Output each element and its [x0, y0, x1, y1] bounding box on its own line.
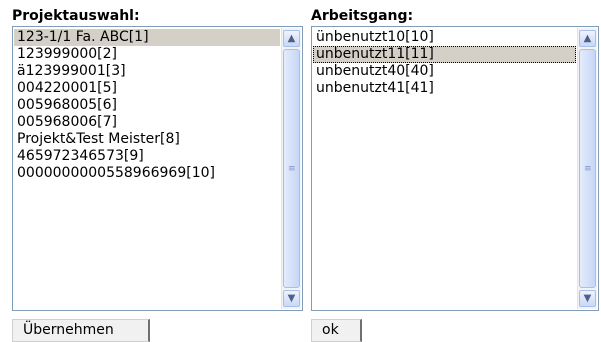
project-list: 123-1/1 Fa. ABC[1] 123999000[2] ä1239990… [14, 29, 280, 182]
scroll-grip-icon: ≡ [288, 163, 296, 174]
operation-list: ünbenutzt10[10] unbenutzt11[11] unbenutz… [313, 29, 576, 97]
list-item[interactable]: unbenutzt41[41] [313, 80, 576, 97]
project-title: Projektauswahl: [12, 8, 140, 24]
project-listbox[interactable]: 123-1/1 Fa. ABC[1] 123999000[2] ä1239990… [12, 26, 303, 311]
list-item[interactable]: 123-1/1 Fa. ABC[1] [14, 29, 280, 46]
operation-scroll-thumb[interactable]: ≡ [579, 49, 596, 288]
apply-button[interactable]: Übernehmen [12, 319, 150, 342]
list-item[interactable]: 005968005[6] [14, 97, 280, 114]
scroll-grip-icon: ≡ [584, 163, 592, 174]
ok-button[interactable]: ok [311, 319, 362, 342]
operation-title: Arbeitsgang: [311, 8, 414, 24]
list-item[interactable]: ünbenutzt10[10] [313, 29, 576, 46]
list-item[interactable]: 123999000[2] [14, 46, 280, 63]
list-item[interactable]: ä123999001[3] [14, 63, 280, 80]
chevron-up-icon[interactable]: ▲ [579, 30, 596, 47]
operation-listbox[interactable]: ünbenutzt10[10] unbenutzt11[11] unbenutz… [311, 26, 599, 311]
list-item[interactable]: unbenutzt11[11] [313, 46, 576, 63]
project-scrollbar[interactable]: ▲ ≡ ▼ [281, 28, 301, 309]
chevron-down-icon[interactable]: ▼ [579, 290, 596, 307]
chevron-down-icon[interactable]: ▼ [283, 290, 300, 307]
chevron-up-icon[interactable]: ▲ [283, 30, 300, 47]
list-item[interactable]: unbenutzt40[40] [313, 63, 576, 80]
list-item[interactable]: 465972346573[9] [14, 148, 280, 165]
list-item[interactable]: 004220001[5] [14, 80, 280, 97]
list-item[interactable]: 0000000000558966969[10] [14, 165, 280, 182]
project-scroll-thumb[interactable]: ≡ [283, 49, 300, 288]
list-item[interactable]: 005968006[7] [14, 114, 280, 131]
operation-scrollbar[interactable]: ▲ ≡ ▼ [577, 28, 597, 309]
list-item[interactable]: Projekt&Test Meister[8] [14, 131, 280, 148]
